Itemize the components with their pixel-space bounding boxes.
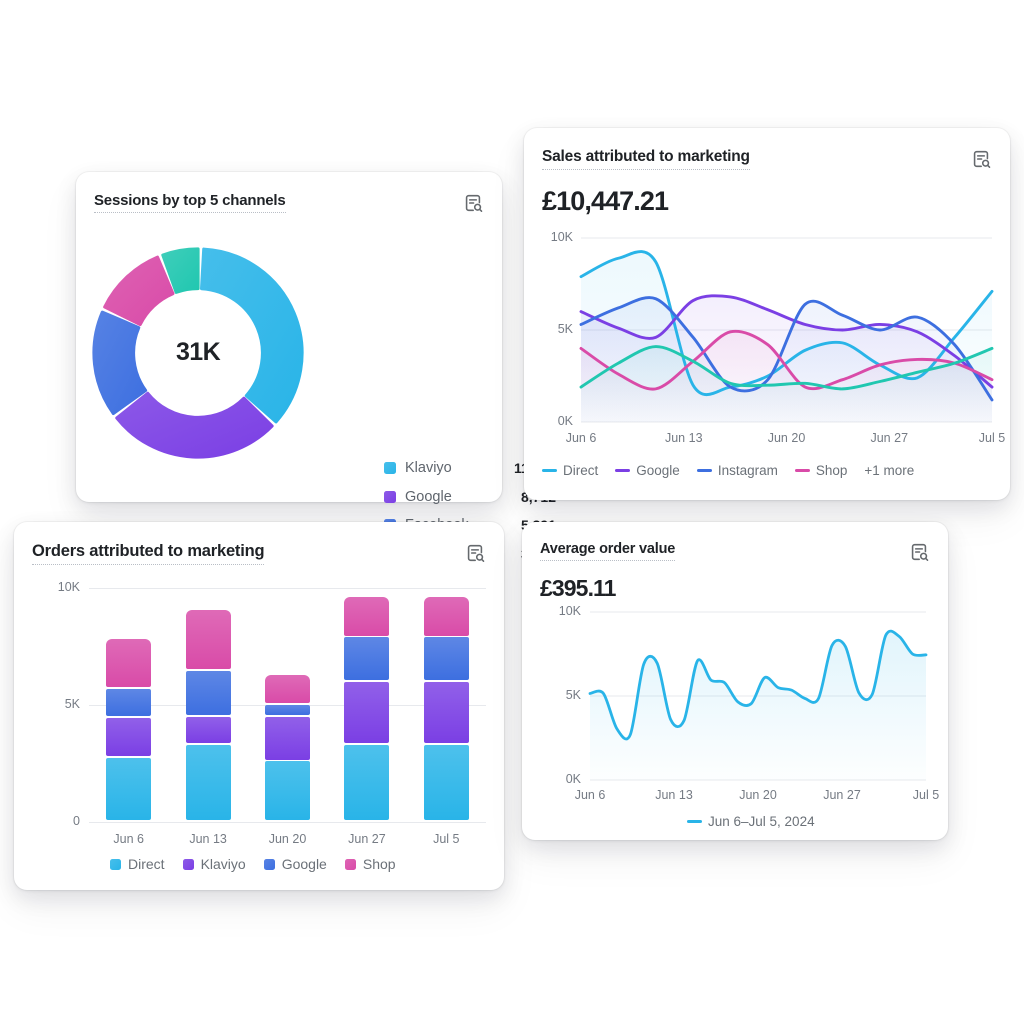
legend-line-icon [687, 820, 702, 823]
donut-segment[interactable] [200, 247, 304, 424]
bar-segment-direct[interactable] [106, 757, 152, 821]
bar-segment-klaviyo[interactable] [265, 716, 310, 760]
bar-segment-klaviyo[interactable] [106, 717, 152, 757]
x-axis-tick-label: Jun 6 [113, 832, 144, 846]
x-axis-tick-label: Jul 5 [912, 788, 940, 802]
x-axis-tick-label: Jun 20 [268, 832, 307, 846]
x-axis-tick-label: Jun 27 [870, 431, 909, 445]
bar-segment-direct[interactable] [185, 744, 231, 821]
gridline [89, 588, 486, 589]
y-axis-tick-label: 5K [557, 322, 573, 336]
legend-label: Shop [362, 856, 396, 872]
page-title-sessions: Sessions by top 5 channels [94, 192, 286, 213]
card-average-order-value: Average order value £395.11 10K 5K 0K Jun 6… [522, 522, 948, 840]
y-axis-tick-label: 5K [64, 697, 80, 711]
bar-segment-direct[interactable] [265, 761, 310, 821]
legend-line-icon [696, 469, 712, 472]
legend-line-icon [542, 469, 557, 472]
bar-segment-google[interactable] [265, 705, 310, 716]
donut-segment[interactable] [115, 391, 274, 459]
bar-segment-shop[interactable] [423, 597, 469, 636]
legend-label: Instagram [717, 463, 778, 478]
bar-segment-google[interactable] [423, 637, 469, 680]
x-axis-tick-label: Jun 20 [739, 788, 777, 802]
legend-label: Jun 6–Jul 5, 2024 [708, 814, 815, 829]
legend-item[interactable]: Shop [344, 856, 396, 872]
legend-item[interactable]: Google [263, 856, 327, 872]
legend-label: Google [636, 463, 680, 478]
y-axis-tick-label: 0K [557, 414, 573, 428]
report-search-icon[interactable] [462, 192, 484, 214]
legend-item[interactable]: Instagram [696, 463, 778, 478]
card-sales-attributed: Sales attributed to marketing £10,447.21… [524, 128, 1010, 500]
legend-item[interactable]: Google [615, 463, 680, 478]
x-axis-tick-label: Jun 27 [823, 788, 861, 802]
bar-segment-shop[interactable] [106, 639, 152, 687]
donut-center-total: 31K [175, 338, 221, 366]
y-axis-tick-label: 10K [550, 230, 573, 244]
legend-swatch-icon [110, 858, 121, 870]
legend-label: Klaviyo [405, 460, 452, 477]
legend-label: Direct [128, 856, 165, 872]
legend-item[interactable]: Direct [542, 463, 598, 478]
bar-segment-klaviyo[interactable] [423, 681, 469, 744]
legend-more-link[interactable]: +1 more [864, 463, 914, 478]
legend-label: Google [281, 856, 327, 872]
bar-segment-shop[interactable] [265, 674, 310, 704]
legend-label: Direct [563, 463, 599, 478]
x-axis-tick-label: Jul 5 [978, 431, 1006, 445]
legend-item[interactable]: Jun 6–Jul 5, 2024 [687, 814, 815, 829]
list-item[interactable]: Google8,712 [384, 483, 556, 512]
bar-segment-direct[interactable] [344, 744, 390, 821]
legend-swatch-icon [344, 858, 356, 870]
y-axis-tick-label: 10K [57, 580, 80, 594]
legend-label: Shop [815, 463, 848, 478]
dashboard-canvas: Sessions by top 5 channels 31K Klaviyo11… [0, 0, 1024, 1024]
donut-segment[interactable] [103, 255, 175, 327]
legend-swatch-icon [384, 462, 396, 475]
bar-segment-google[interactable] [344, 637, 390, 680]
x-axis-tick-label: Jul 5 [433, 832, 460, 846]
sessions-card-header: Sessions by top 5 channels [76, 172, 502, 214]
bar-segment-klaviyo[interactable] [344, 681, 390, 744]
legend-swatch-icon [263, 858, 275, 870]
legend-label: Klaviyo [200, 856, 246, 872]
bar-segment-klaviyo[interactable] [185, 716, 231, 744]
x-axis-tick-label: Jun 6 [565, 431, 597, 445]
legend-line-icon [615, 469, 631, 472]
list-item[interactable]: Klaviyo11,462 [384, 454, 556, 483]
y-axis-tick-label: 0K [565, 772, 581, 786]
bar-segment-shop[interactable] [344, 597, 390, 636]
y-axis-tick-label: 5K [565, 688, 581, 702]
gridline [89, 822, 486, 823]
x-axis-tick-label: Jun 6 [574, 788, 606, 802]
x-axis-tick-label: Jun 13 [664, 431, 703, 445]
bar-segment-direct[interactable] [423, 744, 469, 821]
bar-segment-google[interactable] [185, 671, 231, 716]
y-axis-tick-label: 0 [73, 814, 80, 828]
area-fill [590, 631, 926, 780]
x-axis-tick-label: Jun 20 [767, 431, 806, 445]
x-axis-tick-label: Jun 13 [655, 788, 693, 802]
bar-segment-shop[interactable] [185, 610, 231, 670]
y-axis-tick-label: 10K [558, 604, 581, 618]
bar-segment-google[interactable] [106, 688, 152, 717]
legend-item[interactable]: Klaviyo [182, 856, 246, 872]
legend-item[interactable]: Shop [794, 463, 848, 478]
x-axis-tick-label: Jun 27 [348, 832, 386, 846]
legend-item[interactable]: Direct [110, 856, 165, 872]
legend-swatch-icon [384, 490, 396, 503]
legend-line-icon [794, 469, 810, 472]
legend-label: Google [405, 488, 452, 505]
card-sessions-by-channel: Sessions by top 5 channels 31K Klaviyo11… [76, 172, 556, 591]
legend-swatch-icon [182, 858, 194, 870]
card-orders-attributed: Orders attributed to marketing 10K 5K 0 Jun… [14, 522, 504, 890]
x-axis-tick-label: Jun 13 [189, 832, 227, 846]
